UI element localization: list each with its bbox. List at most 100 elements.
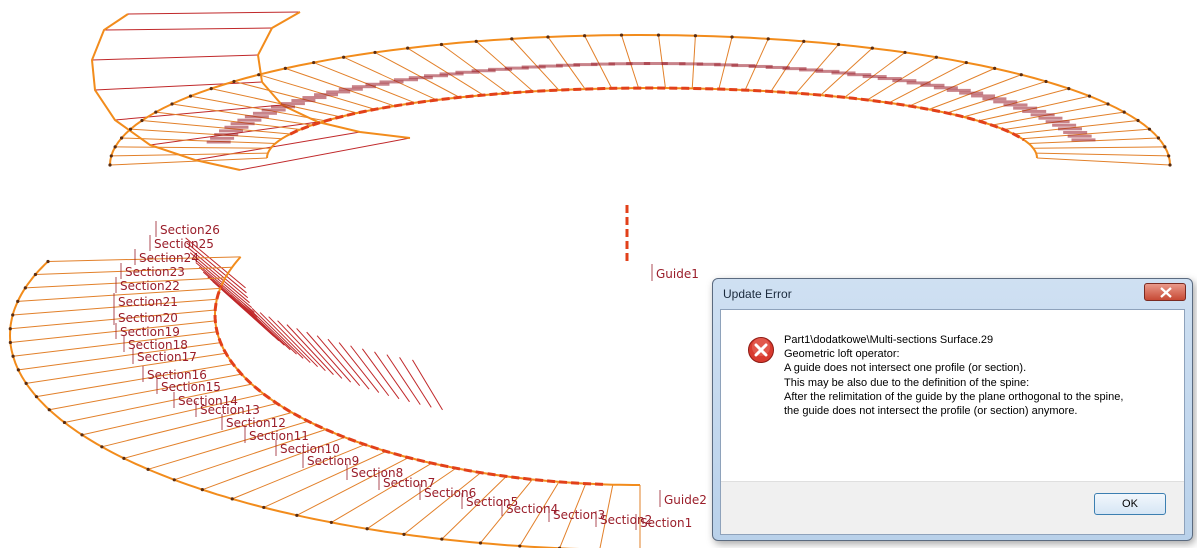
- section-line: [584, 35, 613, 89]
- vertex-point: [188, 94, 193, 98]
- close-button[interactable]: [1144, 283, 1186, 301]
- vertex-point: [119, 136, 124, 140]
- vertex-point: [262, 505, 266, 510]
- vertex-point: [34, 395, 39, 399]
- vertex-point: [474, 39, 478, 43]
- section-line: [1036, 157, 1171, 166]
- vertex-point: [903, 50, 907, 55]
- ok-button[interactable]: OK: [1094, 493, 1166, 515]
- section-ruling: [91, 54, 259, 61]
- vertex-point: [1163, 145, 1167, 149]
- section-ruling: [350, 345, 390, 397]
- message-line: A guide does not intersect one profile (…: [784, 362, 1027, 375]
- vertex-point: [510, 37, 514, 41]
- vertex-point: [108, 163, 112, 167]
- section-label: Section24: [139, 251, 199, 265]
- vertex-point: [146, 467, 150, 471]
- vertex-point: [766, 37, 770, 41]
- vertex-point: [172, 478, 176, 482]
- vertex-point: [230, 497, 234, 501]
- section-label-cluster: [261, 108, 286, 112]
- dialog-content: Part1\dodatkowe\Multi-sections Surface.2…: [720, 309, 1185, 535]
- vertex-point: [993, 66, 997, 70]
- section-ruling: [296, 328, 343, 379]
- section-label-cluster: [302, 96, 327, 100]
- vertex-point: [80, 433, 84, 437]
- message-line: This may be also due to the definition o…: [784, 376, 1030, 389]
- section-label-cluster: [1071, 138, 1096, 142]
- vertex-point: [870, 46, 874, 50]
- section-label-cluster: [1022, 109, 1047, 113]
- section-label-cluster: [1057, 127, 1082, 131]
- vertex-point: [200, 488, 204, 492]
- back-outer-rail: [109, 33, 1171, 166]
- section-label-cluster: [237, 118, 262, 122]
- vertex-point: [154, 110, 158, 114]
- section-label: Section12: [226, 416, 286, 430]
- section-ruling: [268, 316, 318, 368]
- section-label: Section10: [280, 442, 340, 456]
- vertex-point: [802, 39, 806, 43]
- section-ruling: [386, 354, 421, 405]
- vertex-point: [1087, 94, 1092, 98]
- section-label-cluster: [214, 133, 239, 137]
- section-ruling: [198, 266, 258, 318]
- section-line: [718, 36, 733, 90]
- section-label: Section26: [160, 223, 220, 237]
- vertex-point: [113, 145, 117, 149]
- vertex-point: [11, 313, 15, 317]
- section-line: [109, 157, 268, 166]
- message-line: Part1\dodatkowe\Multi-sections Surface.2…: [784, 334, 994, 346]
- section-label: Section14: [178, 394, 238, 408]
- section-label-cluster: [959, 91, 984, 95]
- vertex-point: [23, 286, 27, 290]
- section-line: [1036, 152, 1169, 157]
- vertex-point: [24, 381, 28, 385]
- vertex-point: [402, 532, 406, 536]
- vertex-point: [1106, 102, 1110, 106]
- section-label: Section2: [600, 513, 652, 527]
- vertex-point: [283, 66, 287, 70]
- section-ruling: [259, 312, 311, 363]
- section-line: [511, 38, 560, 91]
- vertex-point: [295, 513, 299, 517]
- section-ruling: [127, 11, 301, 15]
- vertex-point: [1167, 154, 1171, 158]
- vertex-point: [170, 102, 174, 106]
- vertex-point: [128, 127, 133, 131]
- section-line: [658, 35, 666, 89]
- section-label: Section3: [553, 508, 605, 522]
- section-label-cluster: [1067, 134, 1092, 138]
- vertex-point: [1147, 127, 1152, 131]
- vertex-point: [100, 445, 104, 449]
- section-label-cluster: [1013, 106, 1038, 110]
- back-inner-rail: [266, 87, 1038, 159]
- vertex-point: [1156, 136, 1161, 140]
- vertex-point: [1122, 110, 1126, 114]
- vertex-point: [109, 154, 113, 158]
- vertex-point: [440, 537, 444, 541]
- message-line: the guide does not intersect the profile…: [784, 405, 1078, 418]
- section-label-cluster: [933, 86, 958, 90]
- vertex-point: [232, 79, 236, 84]
- section-line: [867, 56, 937, 101]
- section-label-cluster: [244, 115, 269, 119]
- guide-label: Guide2: [664, 493, 707, 507]
- section-label: Section19: [120, 325, 180, 339]
- section-ruling: [194, 131, 361, 161]
- vertex-point: [11, 354, 15, 358]
- vertex-point: [16, 299, 20, 303]
- vertex-point: [836, 42, 841, 47]
- section-ruling: [361, 348, 400, 400]
- vertex-point: [122, 456, 126, 460]
- section-label-cluster: [338, 87, 363, 91]
- vertex-point: [1067, 86, 1071, 91]
- section-line: [547, 36, 586, 90]
- error-circle-icon: [748, 337, 774, 363]
- vertex-point: [656, 33, 661, 37]
- section-ruling: [374, 351, 410, 403]
- section-label: Section22: [120, 279, 180, 293]
- vertex-point: [518, 544, 522, 548]
- section-label-cluster: [326, 90, 351, 94]
- section-label-cluster: [314, 93, 339, 97]
